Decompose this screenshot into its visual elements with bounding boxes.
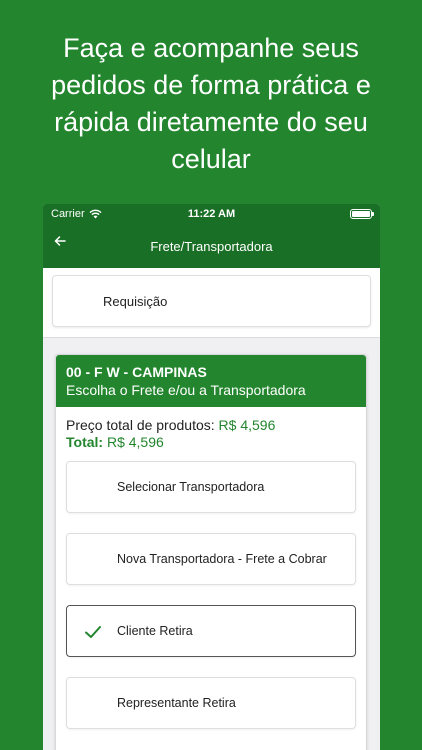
battery-icon	[349, 209, 374, 219]
page-title: Frete/Transportadora	[150, 238, 273, 254]
navigation-bar: Frete/Transportadora	[43, 224, 380, 268]
products-total-label: Preço total de produtos:	[66, 417, 215, 433]
price-summary: Preço total de produtos: R$ 4,596 Total:…	[56, 407, 366, 451]
shipping-options: Selecionar Transportadora Nova Transport…	[56, 451, 366, 729]
products-total-value: R$ 4,596	[218, 417, 276, 433]
order-code: 00 - F W - CAMPINAS	[66, 364, 207, 380]
checkmark-icon	[85, 626, 101, 638]
back-arrow-icon[interactable]	[53, 234, 73, 254]
option-cliente-retira[interactable]: Cliente Retira	[66, 605, 356, 657]
option-label: Selecionar Transportadora	[117, 480, 265, 494]
total-label: Total:	[66, 434, 104, 450]
phone-screen: Carrier 11:22 AM Frete/Transportadora Re…	[43, 204, 380, 750]
option-label: Nova Transportadora - Frete a Cobrar	[117, 552, 327, 566]
wifi-icon	[89, 209, 102, 219]
order-header: 00 - F W - CAMPINAS Escolha o Frete e/ou…	[56, 355, 366, 407]
total-value: R$ 4,596	[106, 434, 164, 450]
carrier-info: Carrier	[51, 208, 161, 220]
status-bar: Carrier 11:22 AM	[43, 204, 380, 224]
promo-headline: Faça e acompanhe seus pedidos de forma p…	[51, 33, 371, 174]
order-card: 00 - F W - CAMPINAS Escolha o Frete e/ou…	[55, 354, 367, 750]
status-time: 11:22 AM	[187, 208, 236, 220]
option-label: Representante Retira	[117, 696, 236, 710]
carrier-label: Carrier	[51, 208, 85, 220]
requisicao-section: Requisição	[43, 268, 380, 338]
requisicao-field[interactable]: Requisição	[52, 275, 371, 327]
option-selecionar-transportadora[interactable]: Selecionar Transportadora	[66, 461, 356, 513]
option-representante-retira[interactable]: Representante Retira	[66, 677, 356, 729]
option-label: Cliente Retira	[117, 624, 193, 638]
requisicao-label: Requisição	[103, 293, 168, 309]
order-subtitle: Escolha o Frete e/ou a Transportadora	[66, 382, 306, 398]
option-nova-transportadora[interactable]: Nova Transportadora - Frete a Cobrar	[66, 533, 356, 585]
